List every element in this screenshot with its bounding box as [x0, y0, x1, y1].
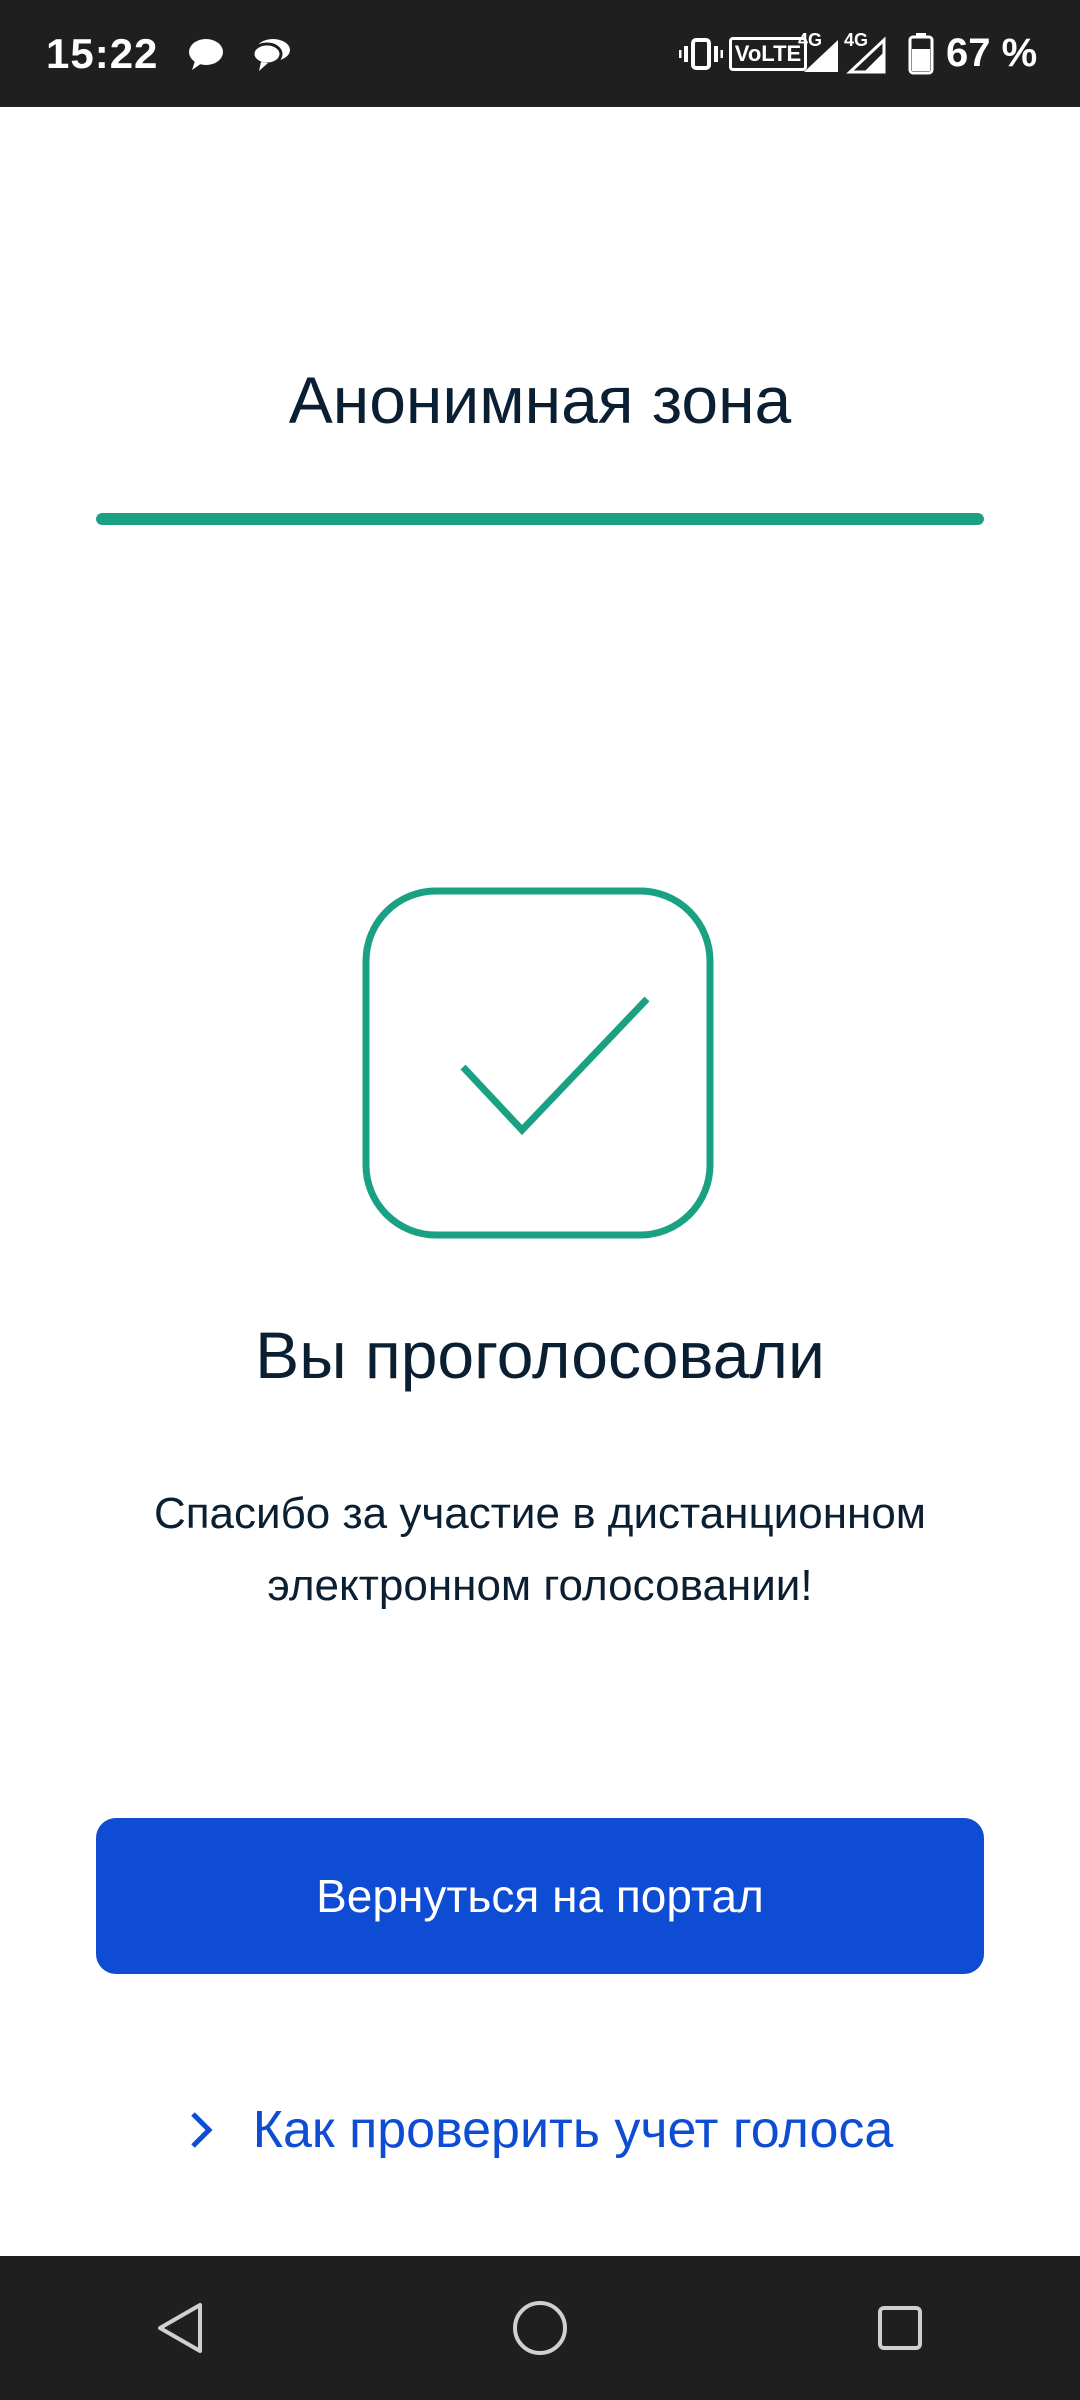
- signal-4g-icon: [800, 0, 842, 107]
- back-triangle-icon[interactable]: [120, 2268, 240, 2388]
- result-message-line-2: электронном голосовании!: [267, 1561, 813, 1610]
- network-label: 4G: [798, 30, 823, 50]
- network-label-2: 4G: [844, 30, 869, 50]
- return-to-portal-button[interactable]: Вернуться на портал: [96, 1818, 984, 1974]
- progress-bar-fill: [96, 513, 984, 525]
- result-message-line-1: Спасибо за участие в дистанционном: [153, 1489, 927, 1538]
- page-title: Анонимная зона: [288, 363, 792, 437]
- vibrate-icon: [678, 0, 724, 107]
- battery-percent: 67 %: [946, 31, 1038, 75]
- checkmark-icon: [362, 887, 714, 1239]
- how-to-check-vote-label: Как проверить учет голоса: [252, 2101, 894, 2159]
- chat-bubble-icon: [186, 0, 226, 107]
- result-message: Спасибо за участие в дистанционном элект…: [90, 1478, 990, 1622]
- result-title: Вы проголосовали: [255, 1318, 825, 1392]
- status-bar: 15:22 VoLTE 4G 4G 67 %: [0, 0, 1080, 107]
- status-time: 15:22: [46, 30, 159, 77]
- how-to-check-vote-link[interactable]: Как проверить учет голоса: [0, 2090, 1080, 2170]
- chevron-right-icon: [187, 2110, 227, 2150]
- chat-bubbles-icon: [250, 0, 294, 107]
- progress-bar: [96, 513, 984, 525]
- home-circle-icon[interactable]: [480, 2268, 600, 2388]
- recents-square-icon[interactable]: [840, 2268, 960, 2388]
- battery-icon: [906, 0, 936, 107]
- volte-icon: VoLTE: [728, 0, 808, 107]
- volte-label: VoLTE: [728, 36, 808, 71]
- signal-4g-icon-2: [846, 0, 888, 107]
- navigation-bar: [0, 2256, 1080, 2400]
